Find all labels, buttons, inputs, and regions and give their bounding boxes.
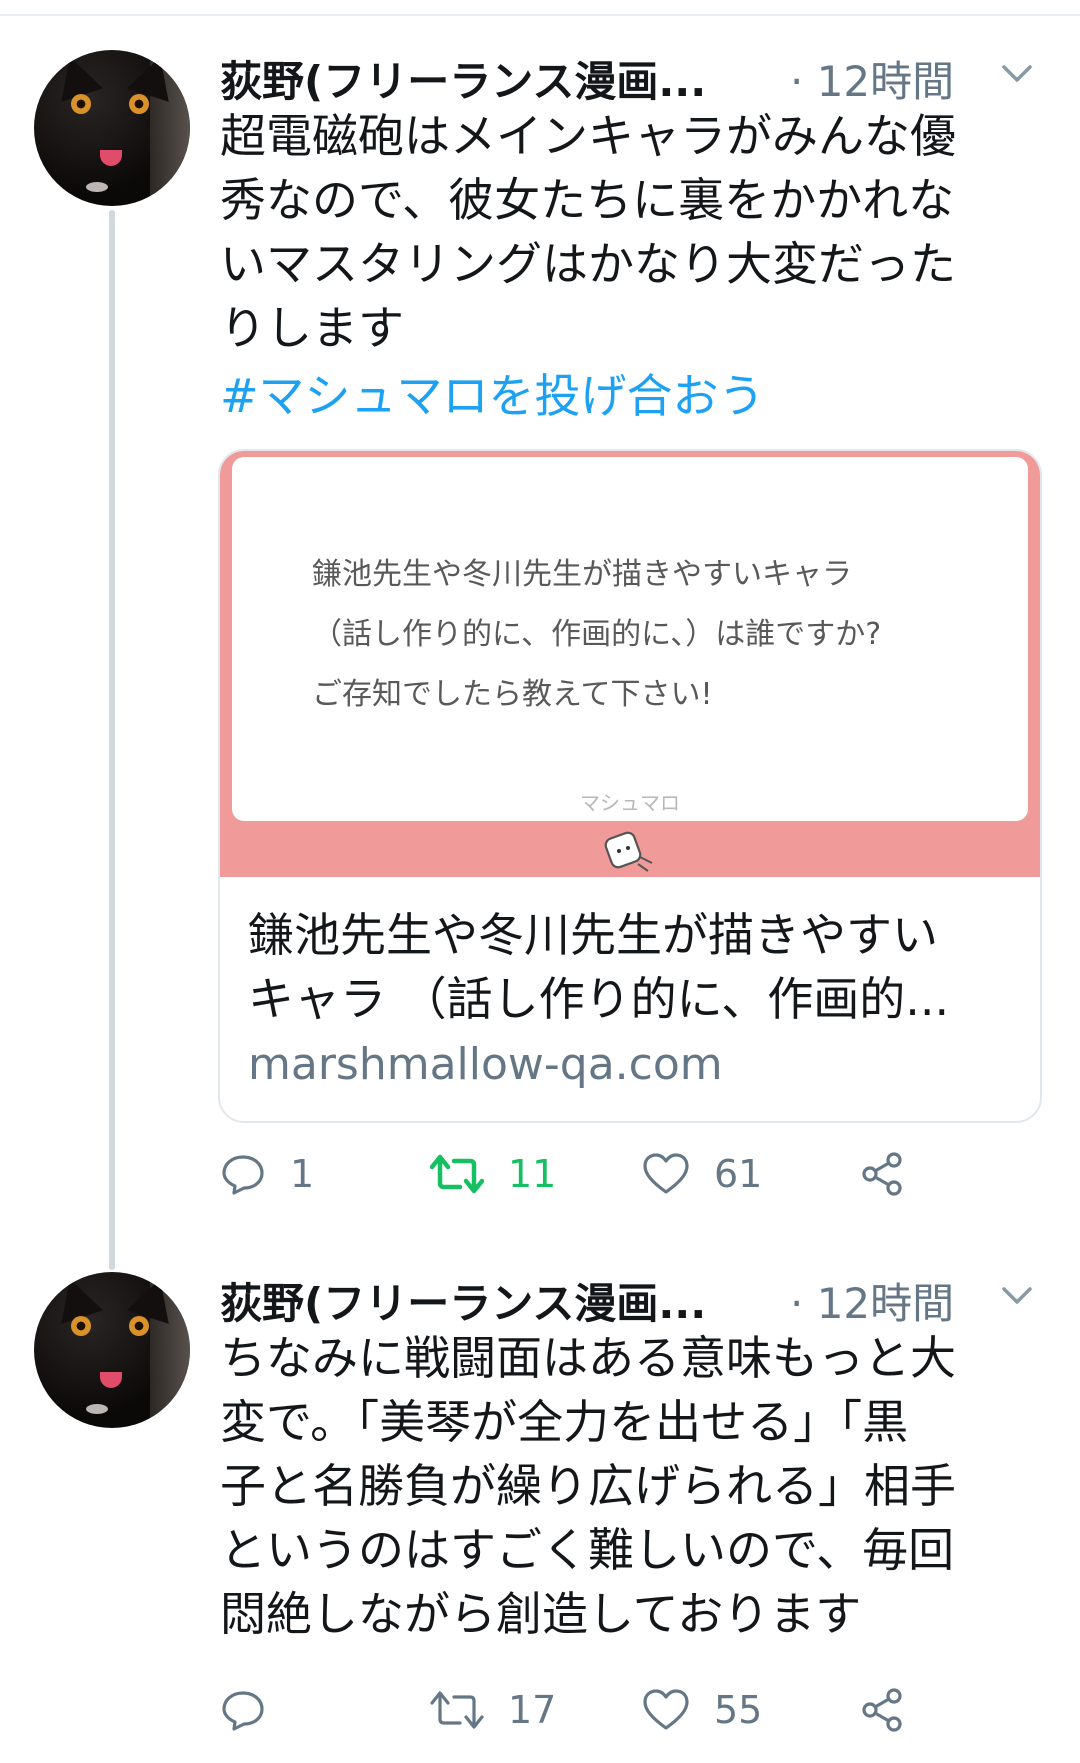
action-bar: 17 55: [220, 1680, 1020, 1740]
tweet-text-line: 変で。「美琴が全力を出せる」「黒: [220, 1395, 909, 1449]
reply-icon: [222, 1155, 264, 1195]
like-button[interactable]: 61: [642, 1144, 762, 1204]
tweet-header: 荻野(フリーランス漫画... · 12時間: [220, 48, 1050, 108]
retweet-icon: [430, 1154, 484, 1194]
hashtag-link[interactable]: #マシュマロを投げ合おう: [220, 364, 765, 428]
author-name[interactable]: 荻野(フリーランス漫画...: [220, 1270, 706, 1331]
tweet-text-line: 悶絶しながら創造しております: [220, 1587, 862, 1641]
thread-connector: [109, 210, 115, 1270]
author-name[interactable]: 荻野(フリーランス漫画...: [220, 48, 706, 109]
avatar[interactable]: [34, 1272, 190, 1428]
question-line: （話し作り的に、作画的に、）は誰ですか?: [312, 617, 882, 652]
retweet-button[interactable]: 11: [430, 1144, 556, 1204]
share-button[interactable]: [860, 1144, 906, 1204]
tweet-text: 超電磁砲はメインキャラがみんな優 秀なので、彼女たちに裏をかかれな いマスタリン…: [220, 104, 1030, 360]
tweet-text-line: 超電磁砲はメインキャラがみんな優: [220, 109, 956, 163]
timestamp[interactable]: · 12時間: [790, 48, 954, 109]
chevron-down-icon[interactable]: [1000, 58, 1034, 88]
retweet-count: 17: [508, 1688, 557, 1732]
tweet-text-line: 秀なので、彼女たちに裏をかかれな: [220, 173, 955, 227]
question-panel: 鎌池先生や冬川先生が描きやすいキャラ （話し作り的に、作画的に、）は誰ですか? …: [232, 457, 1028, 821]
tweet-header: 荻野(フリーランス漫画... · 12時間: [220, 1270, 1050, 1330]
reply-count: 1: [290, 1152, 315, 1196]
share-button[interactable]: [860, 1680, 906, 1740]
card-title: 鎌池先生や冬川先生が描きやすい キャラ （話し作り的に、作画的...: [248, 903, 1008, 1031]
tweet-text-line: というのはすごく難しいので、毎回: [220, 1523, 955, 1577]
top-divider: [0, 14, 1080, 16]
card-domain: marshmallow-qa.com: [248, 1039, 723, 1090]
like-count: 61: [714, 1152, 763, 1196]
reply-icon: [222, 1691, 264, 1731]
tweet-text-line: りします: [220, 301, 404, 355]
reply-button[interactable]: [220, 1680, 290, 1740]
tweet-text-line: 子と名勝負が繰り広げられる」相手: [220, 1459, 956, 1513]
chevron-down-icon[interactable]: [1000, 1280, 1034, 1310]
retweet-count: 11: [508, 1152, 557, 1196]
link-card[interactable]: 鎌池先生や冬川先生が描きやすいキャラ （話し作り的に、作画的に、）は誰ですか? …: [218, 449, 1042, 1123]
retweet-button[interactable]: 17: [430, 1680, 556, 1740]
action-bar: 1 11 61: [220, 1144, 1020, 1204]
tweet-text-line: ちなみに戦闘面はある意味もっと大: [220, 1331, 956, 1385]
like-count: 55: [714, 1688, 763, 1732]
reply-button[interactable]: 1: [220, 1144, 314, 1204]
card-title-line: キャラ （話し作り的に、作画的...: [248, 972, 950, 1026]
marshmallow-icon: [604, 831, 653, 872]
avatar[interactable]: [34, 50, 190, 206]
tweet-text: ちなみに戦闘面はある意味もっと大 変で。「美琴が全力を出せる」「黒 子と名勝負が…: [220, 1326, 1030, 1646]
retweet-icon: [430, 1691, 484, 1729]
like-button[interactable]: 55: [642, 1680, 762, 1740]
tweet-text-line: いマスタリングはかなり大変だった: [220, 237, 956, 291]
like-icon: [643, 1153, 689, 1194]
card-image: 鎌池先生や冬川先生が描きやすいキャラ （話し作り的に、作画的に、）は誰ですか? …: [220, 451, 1040, 877]
share-icon: [862, 1688, 902, 1732]
card-title-line: 鎌池先生や冬川先生が描きやすい: [248, 908, 938, 962]
timestamp[interactable]: · 12時間: [790, 1270, 954, 1331]
like-icon: [643, 1689, 689, 1730]
brand-label: マシュマロ: [580, 791, 680, 815]
share-icon: [862, 1152, 902, 1196]
question-line: 鎌池先生や冬川先生が描きやすいキャラ: [312, 557, 852, 592]
question-line: ご存知でしたら教えて下さい!: [312, 677, 713, 712]
